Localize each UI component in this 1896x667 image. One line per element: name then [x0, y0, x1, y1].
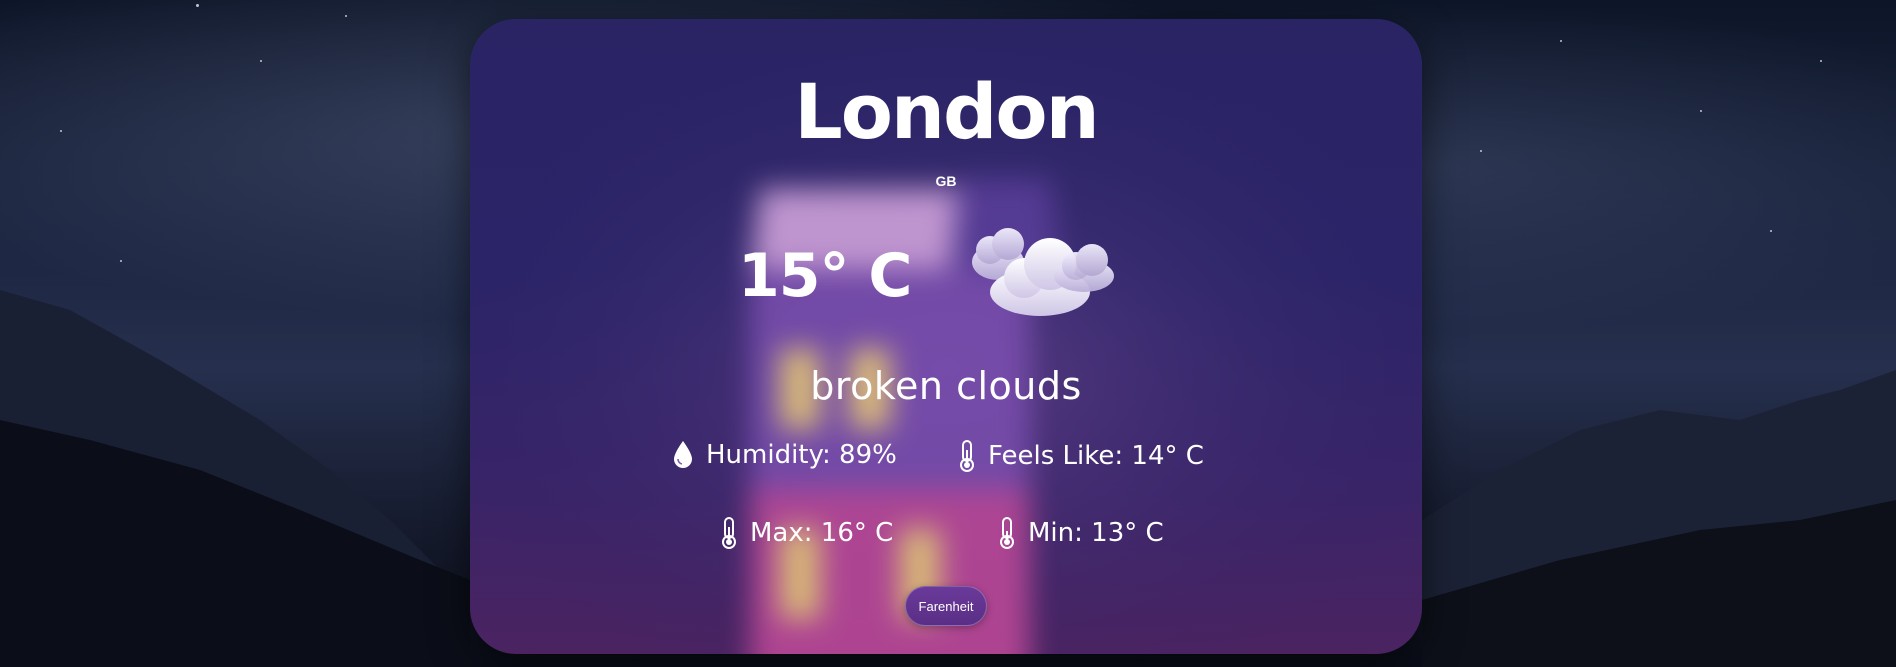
- weather-card: London GB 15° C broken clouds Humidity: …: [470, 19, 1422, 654]
- current-temperature: 15° C: [738, 241, 912, 311]
- thermometer-icon: [1000, 517, 1014, 549]
- thermometer-icon: [722, 517, 736, 549]
- min-temp-stat: Min: 13° C: [998, 517, 1164, 549]
- city-name: London: [794, 67, 1099, 156]
- broken-clouds-icon: [972, 228, 1114, 316]
- humidity-stat: Humidity: 89%: [672, 440, 897, 470]
- country-code: GB: [935, 173, 957, 189]
- thermometer-icon: [960, 440, 974, 472]
- min-temp-label: Min: 13° C: [1028, 518, 1164, 548]
- humidity-label: Humidity: 89%: [706, 440, 897, 470]
- weather-description: broken clouds: [810, 364, 1082, 408]
- unit-toggle-button[interactable]: Farenheit: [905, 586, 987, 626]
- max-temp-label: Max: 16° C: [750, 518, 894, 548]
- feels-like-label: Feels Like: 14° C: [988, 441, 1204, 471]
- droplet-icon: [674, 441, 692, 468]
- feels-like-stat: Feels Like: 14° C: [958, 440, 1204, 472]
- max-temp-stat: Max: 16° C: [720, 517, 893, 549]
